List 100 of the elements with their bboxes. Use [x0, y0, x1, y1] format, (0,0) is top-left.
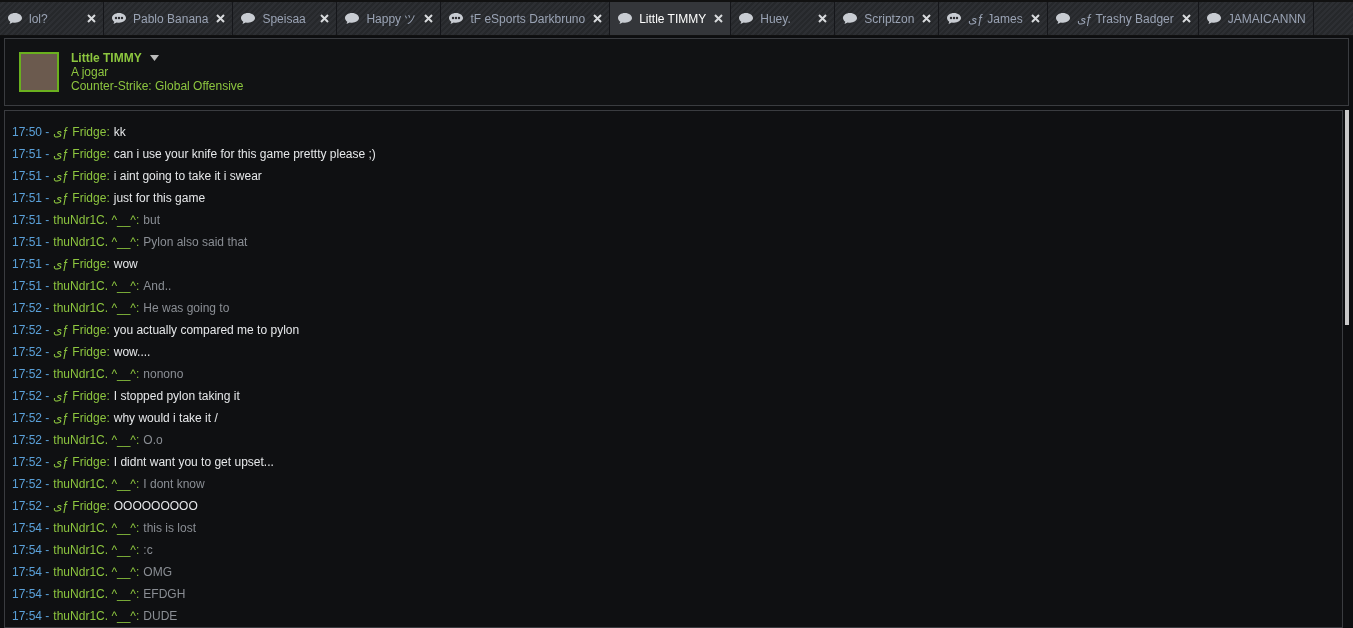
- close-icon[interactable]: [1181, 14, 1191, 23]
- chat-bubble-icon: [7, 12, 23, 25]
- tab-label: Happy ツ: [366, 10, 417, 28]
- message-text: just for this game: [113, 190, 206, 207]
- sender-name: thuNdr1C. ^__^:: [53, 586, 140, 603]
- message-text: but: [143, 212, 160, 229]
- tab-label: ىƒ James: [968, 10, 1023, 28]
- chat-tab[interactable]: Scriptzon: [835, 2, 940, 35]
- message-text: wow: [113, 256, 138, 273]
- message-text: DUDE: [143, 608, 178, 625]
- sender-name: ىƒ Fridge:: [53, 344, 110, 361]
- chat-bubble-icon: [1054, 12, 1071, 25]
- sender-name: thuNdr1C. ^__^:: [53, 564, 140, 581]
- message-time: 17:51 -: [12, 212, 50, 229]
- chat-tab[interactable]: Little TIMMY: [610, 2, 732, 35]
- sender-name: thuNdr1C. ^__^:: [53, 608, 140, 625]
- sender-name: ىƒ Fridge:: [53, 322, 110, 339]
- close-icon[interactable]: [1030, 14, 1040, 23]
- tab-label: ىƒ Trashy Badger: [1076, 10, 1174, 28]
- chat-tab[interactable]: ىƒ Trashy Badger: [1047, 2, 1199, 35]
- scrollbar[interactable]: [1345, 110, 1349, 325]
- close-icon[interactable]: [87, 14, 96, 23]
- close-icon[interactable]: [593, 14, 603, 23]
- chat-tab[interactable]: Pablo Banana: [104, 2, 234, 35]
- message-text: wow....: [113, 344, 151, 361]
- friend-name: Little TIMMY: [71, 51, 142, 65]
- message-text: i aint going to take it i swear: [113, 168, 262, 185]
- message-time: 17:52 -: [12, 432, 50, 449]
- sender-name: ىƒ Fridge:: [53, 190, 110, 207]
- sender-name: ىƒ Fridge:: [53, 498, 110, 515]
- message-time: 17:52 -: [12, 344, 50, 361]
- chat-tab[interactable]: Happy ツ: [337, 2, 442, 35]
- message-time: 17:51 -: [12, 190, 50, 207]
- tab-label: JAMAICANNN: [1227, 10, 1306, 28]
- message-time: 17:52 -: [12, 410, 50, 427]
- message-text: :c: [143, 542, 153, 559]
- sender-name: ىƒ Fridge:: [53, 256, 110, 273]
- close-icon[interactable]: [216, 14, 226, 23]
- message-time: 17:54 -: [12, 564, 50, 581]
- message-time: 17:51 -: [12, 256, 50, 273]
- message-time: 17:52 -: [12, 366, 50, 383]
- message-time: 17:52 -: [12, 454, 50, 471]
- close-icon[interactable]: [714, 14, 724, 23]
- message-text: EFDGH: [143, 586, 186, 603]
- message-time: 17:54 -: [12, 520, 50, 537]
- chat-tab[interactable]: ىƒ James: [939, 2, 1048, 35]
- friend-status: A jogar: [71, 65, 110, 79]
- chat-bubble-icon: [617, 12, 634, 25]
- chat-dots-icon: [448, 12, 465, 25]
- sender-name: ىƒ Fridge:: [53, 410, 110, 427]
- message-time: 17:54 -: [12, 586, 50, 603]
- message-text: Pylon also said that: [143, 234, 248, 251]
- avatar-placeholder: [19, 52, 59, 92]
- chat-tab[interactable]: Huey.: [731, 2, 836, 35]
- message-time: 17:51 -: [12, 168, 50, 185]
- message-text: this is lost: [143, 520, 196, 537]
- chat-tab[interactable]: Speisaa: [233, 2, 338, 35]
- sender-name: thuNdr1C. ^__^:: [53, 300, 140, 317]
- message-text: OMG: [143, 564, 172, 581]
- message-time: 17:51 -: [12, 278, 50, 295]
- chat-tab[interactable]: lol?: [0, 2, 104, 35]
- sender-name: thuNdr1C. ^__^:: [53, 366, 140, 383]
- caret-icon[interactable]: [149, 55, 159, 61]
- chat-bubble-icon: [738, 12, 755, 25]
- sender-name: thuNdr1C. ^__^:: [53, 278, 140, 295]
- sender-name: thuNdr1C. ^__^:: [53, 542, 140, 559]
- close-icon[interactable]: [818, 14, 828, 23]
- sender-name: thuNdr1C. ^__^:: [53, 212, 140, 229]
- message-text: kk: [113, 124, 126, 141]
- chat-bubble-icon: [1205, 12, 1222, 25]
- sender-name: ىƒ Fridge:: [53, 388, 110, 405]
- chat-dots-icon: [946, 12, 963, 25]
- message-text: I dont know: [143, 476, 205, 493]
- message-text: OOOOOOOOO: [113, 498, 198, 515]
- close-icon[interactable]: [320, 14, 330, 23]
- sender-name: thuNdr1C. ^__^:: [53, 432, 140, 449]
- message-time: 17:51 -: [12, 146, 50, 163]
- tab-label: Scriptzon: [864, 10, 915, 28]
- sender-name: ىƒ Fridge:: [53, 454, 110, 471]
- message-time: 17:52 -: [12, 388, 50, 405]
- sender-name: ىƒ Fridge:: [53, 168, 110, 185]
- message-time: 17:52 -: [12, 300, 50, 317]
- tab-label: Pablo Banana: [133, 10, 209, 28]
- sender-name: ىƒ Fridge:: [53, 146, 110, 163]
- tab-label: Little TIMMY: [639, 10, 707, 28]
- message-text: O.o: [143, 432, 163, 449]
- close-icon[interactable]: [424, 14, 434, 23]
- chat-tab[interactable]: JAMAICANNN: [1198, 2, 1314, 35]
- game-name: Counter-Strike: Global Offensive: [71, 79, 244, 93]
- message-time: 17:52 -: [12, 476, 50, 493]
- message-text: I stopped pylon taking it: [113, 388, 240, 405]
- sender-name: thuNdr1C. ^__^:: [53, 520, 140, 537]
- close-icon[interactable]: [922, 14, 932, 23]
- tab-label: Huey.: [760, 10, 791, 28]
- chat-bubble-icon: [240, 12, 257, 25]
- message-text: you actually compared me to pylon: [113, 322, 300, 339]
- message-time: 17:52 -: [12, 498, 50, 515]
- message-text: And..: [143, 278, 172, 295]
- tab-label: Speisaa: [262, 10, 306, 28]
- message-time: 17:54 -: [12, 542, 50, 559]
